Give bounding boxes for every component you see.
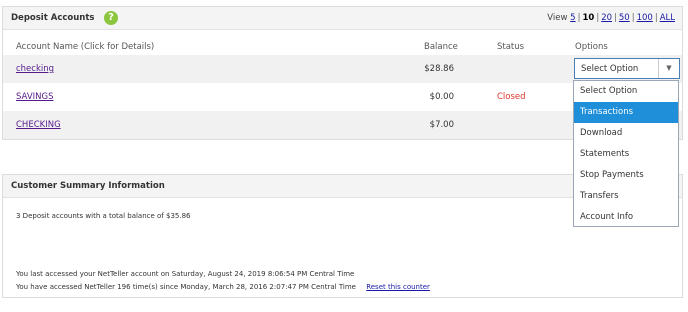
- column-header-account-name: Account Name (Click for Details): [16, 42, 155, 52]
- option-select-option[interactable]: Select Option: [574, 81, 678, 102]
- view-10-current: 10: [582, 13, 595, 23]
- view-prefix: View: [547, 13, 568, 23]
- view-all-link[interactable]: ALL: [660, 13, 675, 23]
- reset-counter-link[interactable]: Reset this counter: [366, 283, 430, 291]
- account-options-dropdown: Select Option Transactions Download Stat…: [573, 80, 679, 227]
- column-header-options: Options: [575, 42, 608, 52]
- account-balance: $7.00: [429, 120, 454, 130]
- account-balance: $28.86: [424, 64, 454, 74]
- access-count-line: You have accessed NetTeller 196 time(s) …: [16, 283, 430, 291]
- page-size-selector: View 5 | 10 | 20 | 50 | 100 | ALL: [547, 13, 675, 23]
- option-download[interactable]: Download: [574, 123, 678, 144]
- access-count-text: You have accessed NetTeller 196 time(s) …: [16, 283, 356, 291]
- option-transactions[interactable]: Transactions: [574, 102, 678, 123]
- option-stop-payments[interactable]: Stop Payments: [574, 165, 678, 186]
- option-transfers[interactable]: Transfers: [574, 186, 678, 207]
- account-options-select[interactable]: Select Option ▼: [574, 58, 680, 79]
- status-badge-closed: Closed: [497, 92, 526, 102]
- account-link-checking[interactable]: checking: [16, 64, 54, 74]
- account-balance: $0.00: [429, 92, 454, 102]
- account-link-checking-upper[interactable]: CHECKING: [16, 120, 61, 130]
- deposit-accounts-title: Deposit Accounts: [11, 13, 95, 23]
- select-current-value: Select Option: [581, 64, 639, 74]
- view-5-link[interactable]: 5: [570, 13, 575, 23]
- deposit-accounts-header: Deposit Accounts ? View 5 | 10 | 20 | 50 | 100 | A…: [3, 7, 682, 30]
- total-balance-text: 3 Deposit accounts with a total balance …: [16, 212, 191, 220]
- chevron-down-icon[interactable]: ▼: [658, 59, 679, 78]
- help-icon[interactable]: ?: [104, 11, 118, 25]
- view-50-link[interactable]: 50: [619, 13, 630, 23]
- customer-summary-title: Customer Summary Information: [11, 181, 165, 191]
- last-access-text: You last accessed your NetTeller account…: [16, 270, 355, 278]
- column-header-balance: Balance: [424, 42, 458, 52]
- account-link-savings[interactable]: SAVINGS: [16, 92, 54, 102]
- option-account-info[interactable]: Account Info: [574, 207, 678, 228]
- column-header-status: Status: [497, 42, 525, 52]
- option-statements[interactable]: Statements: [574, 144, 678, 165]
- view-20-link[interactable]: 20: [601, 13, 612, 23]
- view-100-link[interactable]: 100: [637, 13, 653, 23]
